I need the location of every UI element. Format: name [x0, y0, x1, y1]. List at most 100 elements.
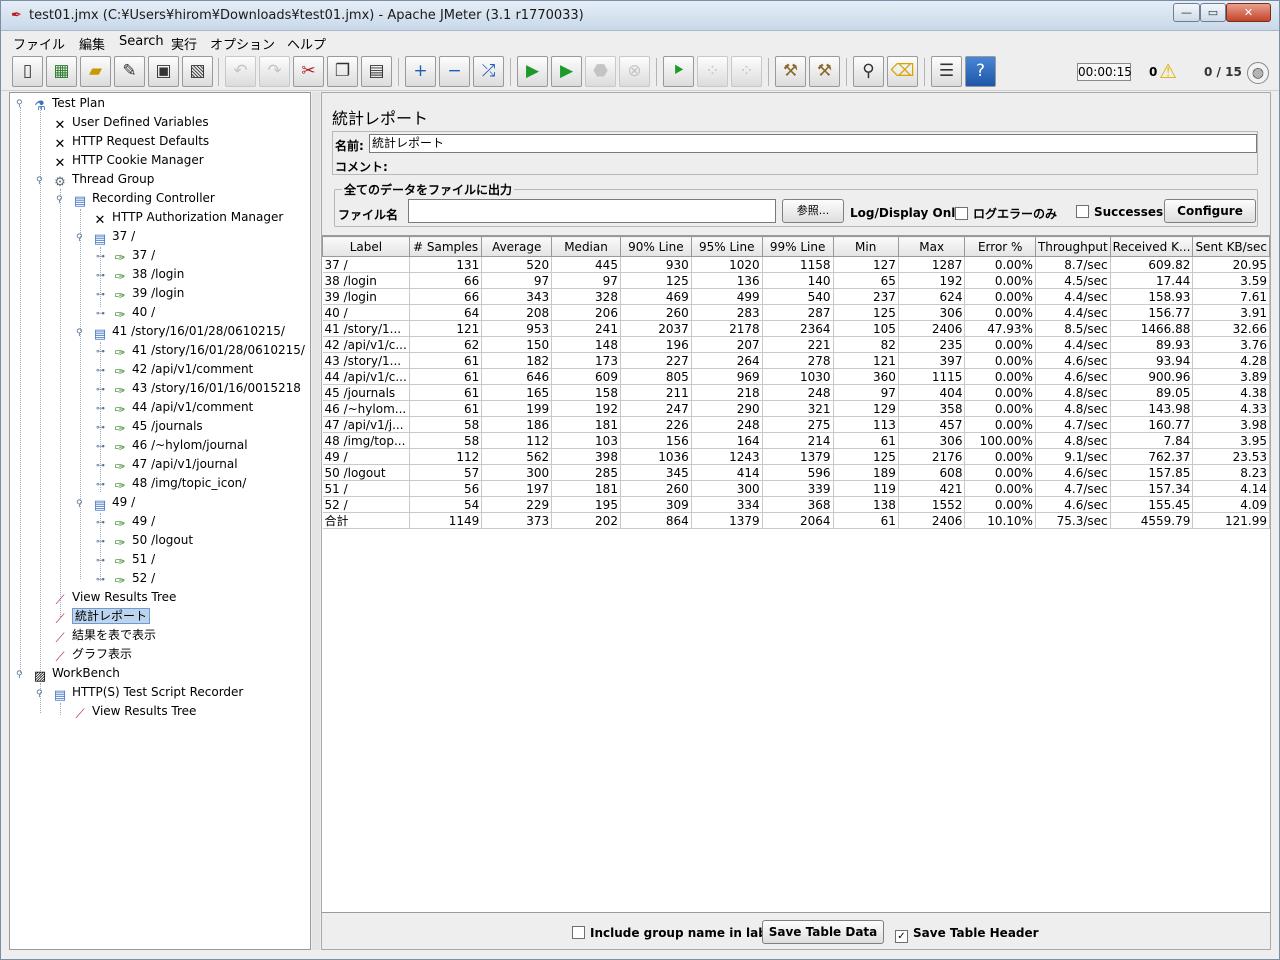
configure-button[interactable]: Configure — [1164, 199, 1256, 223]
tree-node-sampler-48[interactable]: ✑ 48 /img/topic_icon/ — [112, 474, 247, 494]
menu-search[interactable]: Search — [119, 34, 164, 49]
maximize-button[interactable]: ▭ — [1200, 3, 1226, 22]
remote-globe-icon[interactable]: ◍ — [1247, 62, 1269, 84]
save-table-data-button[interactable]: Save Table Data — [762, 920, 884, 944]
column-header[interactable]: Sent KB/sec — [1192, 236, 1270, 257]
tree-node-workbench[interactable]: ▨ WorkBench — [32, 664, 120, 684]
column-header[interactable]: Average — [481, 236, 553, 257]
column-header[interactable]: 90% Line — [619, 236, 692, 257]
column-header[interactable]: # Samples — [408, 236, 483, 257]
tree-node-sampler-49[interactable]: ✑ 49 / — [112, 512, 156, 532]
save-table-header-checkbox[interactable]: ✓ Save Table Header — [895, 926, 1039, 943]
tree-node-user-defined-variables[interactable]: ✕ User Defined Variables — [52, 113, 209, 133]
tree-node-graph-results[interactable]: ⟋ グラフ表示 — [52, 645, 132, 665]
table-row[interactable]: 51 /56 197 181 260 300 339 119 421 0.00% 4.7/sec 1… — [322, 480, 1270, 497]
search-icon[interactable]: ⚲ — [853, 56, 884, 87]
tree-node-sampler-41[interactable]: ✑ 41 /story/16/01/28/0610215/ — [112, 341, 305, 361]
column-header[interactable]: 95% Line — [690, 236, 763, 257]
toggle-icon[interactable]: ⤮ — [473, 56, 504, 87]
table-row[interactable]: 52 /54 229 195 309 334 368 138 1552 0.00% 4.6/sec… — [322, 496, 1270, 513]
tree-node-sampler-38[interactable]: ✑ 38 /login — [112, 265, 185, 285]
statistics-table-container[interactable]: Label # Samples Average Median 90% Line 95% L… — [322, 235, 1270, 913]
tree-node-sampler-51[interactable]: ✑ 51 / — [112, 550, 156, 570]
table-row[interactable]: 38 /login 66 97 97 125 136 140 65 192 0.00% 4.5/se… — [322, 272, 1270, 289]
minimize-button[interactable]: — — [1173, 3, 1200, 22]
tree-node-controller-41[interactable]: ▤ 41 /story/16/01/28/0610215/ — [92, 322, 285, 342]
test-plan-tree[interactable]: ⚲ ⚗ Test Plan ✕ User Defined Variables ✕ HT… — [9, 92, 311, 950]
tree-node-http-cookie-manager[interactable]: ✕ HTTP Cookie Manager — [52, 151, 204, 171]
start-no-pause-icon[interactable]: ▶ — [551, 56, 582, 87]
tree-node-test-plan[interactable]: ⚗ Test Plan — [32, 94, 105, 114]
cut-icon[interactable]: ✂ — [293, 56, 324, 87]
paste-icon[interactable]: ▤ — [361, 56, 392, 87]
checkbox-box[interactable] — [955, 207, 968, 220]
tree-node-http-request-defaults[interactable]: ✕ HTTP Request Defaults — [52, 132, 210, 152]
column-header[interactable]: Error % — [964, 236, 1036, 257]
filename-input[interactable] — [408, 199, 776, 223]
table-row[interactable]: 43 /story/1... 61 182 173 227 264 278 121 397 0.0… — [322, 352, 1270, 369]
save-icon[interactable]: ▣ — [148, 56, 179, 87]
table-row[interactable]: 50 /logout 57 300 285 345 414 596 189 608 0.00% 4.… — [322, 464, 1270, 481]
menu-options[interactable]: オプション — [210, 34, 275, 53]
close-file-icon[interactable]: ✎ — [114, 56, 145, 87]
menu-help[interactable]: ヘルプ — [287, 34, 326, 53]
table-row[interactable]: 46 /~hylom... 61 199 192 247 290 321 129 358 0.00… — [322, 400, 1270, 417]
reset-search-icon[interactable]: ⌫ — [887, 56, 918, 87]
tree-node-recorder-view-results-tree[interactable]: ⟋ View Results Tree — [72, 702, 196, 722]
help-icon[interactable]: ? — [965, 56, 996, 87]
tree-node-sampler-52[interactable]: ✑ 52 / — [112, 569, 156, 589]
tree-node-sampler-47[interactable]: ✑ 47 /api/v1/journal — [112, 455, 238, 475]
table-row[interactable]: 45 /journals 61 165 158 211 218 248 97 404 0.00% 4… — [322, 384, 1270, 401]
save-as-icon[interactable]: ▧ — [182, 56, 213, 87]
checkbox-box[interactable] — [572, 926, 585, 939]
table-row[interactable]: 42 /api/v1/c... 62 150 148 196 207 221 82 235 0.0… — [322, 336, 1270, 353]
column-header[interactable]: Label — [322, 236, 410, 257]
tree-node-sampler-46[interactable]: ✑ 46 /~hylom/journal — [112, 436, 248, 456]
stop-icon[interactable]: ⬣ — [585, 56, 616, 87]
menu-edit[interactable]: 編集 — [79, 34, 105, 53]
copy-icon[interactable]: ❐ — [327, 56, 358, 87]
shutdown-icon[interactable]: ⊗ — [619, 56, 650, 87]
table-row[interactable]: 合計 1149 373 202 864 1379 2064 61 2406 10.10% 75.3/… — [322, 512, 1270, 529]
tree-node-controller-49[interactable]: ▤ 49 / — [92, 493, 135, 513]
tree-node-thread-group[interactable]: ⚙ Thread Group — [52, 170, 154, 190]
start-icon[interactable]: ▶ — [517, 56, 548, 87]
successes-checkbox[interactable]: Successes — [1076, 205, 1163, 219]
menu-file[interactable]: ファイル — [13, 34, 65, 53]
remote-shutdown-icon[interactable]: ⁘ — [731, 56, 762, 87]
tree-node-test-script-recorder[interactable]: ▤ HTTP(S) Test Script Recorder — [52, 683, 244, 703]
new-icon[interactable]: ▯ — [12, 56, 43, 87]
browse-button[interactable]: 参照... — [782, 199, 844, 223]
close-window-button[interactable]: ✕ — [1226, 3, 1271, 22]
tree-node-summary-report[interactable]: ⟋ 統計レポート — [52, 607, 151, 627]
table-row[interactable]: 48 /img/top... 58 112 103 156 164 214 61 306 100.… — [322, 432, 1270, 449]
tree-node-sampler-39[interactable]: ✑ 39 /login — [112, 284, 185, 304]
include-group-checkbox[interactable]: Include group name in label? — [572, 926, 786, 940]
tree-node-sampler-43[interactable]: ✑ 43 /story/16/01/16/0015218 — [112, 379, 301, 399]
tree-node-sampler-45[interactable]: ✑ 45 /journals — [112, 417, 203, 437]
tree-node-sampler-44[interactable]: ✑ 44 /api/v1/comment — [112, 398, 254, 418]
column-header[interactable]: Throughput — [1034, 236, 1111, 257]
tree-node-view-results-table[interactable]: ⟋ 結果を表で表示 — [52, 626, 156, 646]
table-row[interactable]: 49 /112 562 398 1036 1243 1379 125 2176 0.00% 9.1… — [322, 448, 1270, 465]
table-row[interactable]: 40 /64 208 206 260 283 287 125 306 0.00% 4.4/sec 1… — [322, 304, 1270, 321]
tree-node-sampler-40[interactable]: ✑ 40 / — [112, 303, 156, 323]
checkbox-box[interactable] — [1076, 205, 1089, 218]
tree-node-controller-37[interactable]: ▤ 37 / — [92, 227, 135, 247]
column-header[interactable]: 99% Line — [761, 236, 834, 257]
function-helper-icon[interactable]: ☰ — [931, 56, 962, 87]
table-row[interactable]: 39 /login 66 343 328 469 499 540 237 624 0.00% 4.4… — [322, 288, 1270, 305]
tree-node-http-authorization-manager[interactable]: ✕ HTTP Authorization Manager — [92, 208, 284, 228]
remote-stop-icon[interactable]: ⁘ — [697, 56, 728, 87]
table-row[interactable]: 41 /story/1... 121 953 241 2037 2178 2364 105 24… — [322, 320, 1270, 337]
tree-node-sampler-37[interactable]: ✑ 37 / — [112, 246, 156, 266]
splitter[interactable] — [312, 92, 320, 950]
tree-node-sampler-42[interactable]: ✑ 42 /api/v1/comment — [112, 360, 254, 380]
table-row[interactable]: 37 /131 520 445 930 1020 1158 127 1287 0.00% 8.7/… — [322, 256, 1270, 273]
open-icon[interactable]: ▰ — [80, 56, 111, 87]
clear-icon[interactable]: ⚒ — [775, 56, 806, 87]
redo-icon[interactable]: ↷ — [259, 56, 290, 87]
undo-icon[interactable]: ↶ — [225, 56, 256, 87]
tree-node-view-results-tree[interactable]: ⟋ View Results Tree — [52, 588, 176, 608]
column-header[interactable]: Median — [551, 236, 621, 257]
